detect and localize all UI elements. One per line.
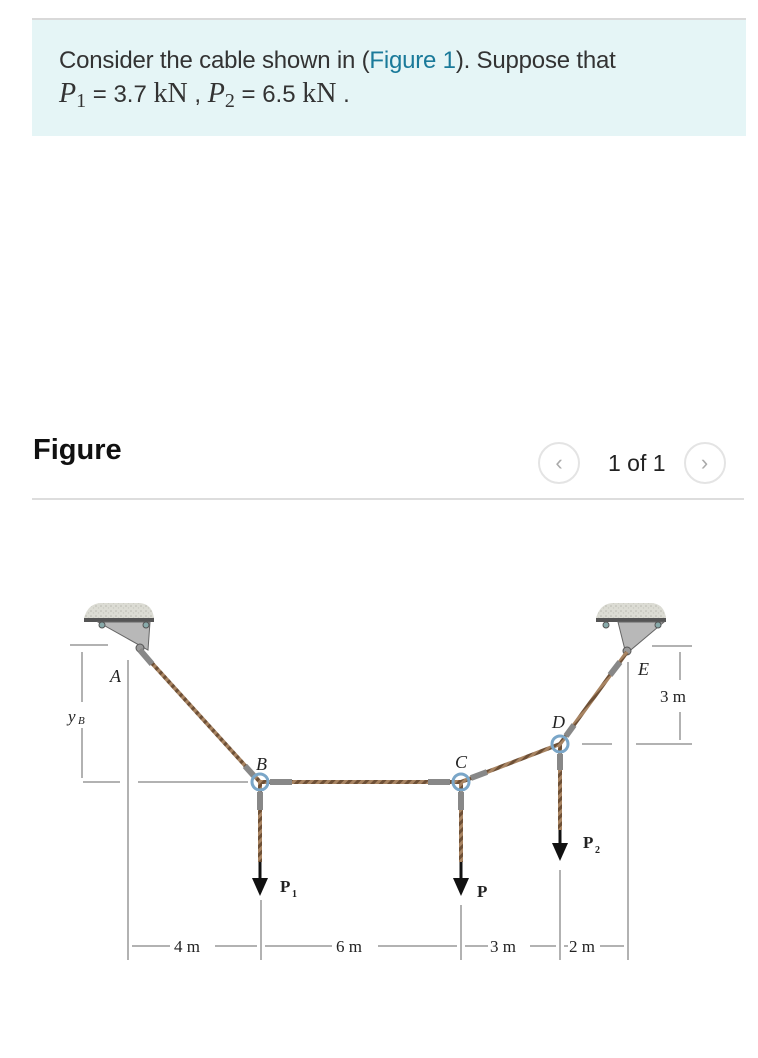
figure-heading: Figure [33, 434, 122, 466]
arrow-P2 [552, 843, 568, 861]
arrow-P1 [252, 878, 268, 896]
figure-link[interactable]: Figure 1 [369, 47, 456, 74]
outro-text: ). Suppose that [455, 47, 616, 74]
p1-unit: kN [153, 78, 188, 109]
label-P1: P [280, 877, 290, 896]
cable-AB [138, 648, 262, 784]
p1-subscript: 1 [76, 90, 87, 112]
chevron-right-icon: › [700, 450, 709, 475]
label-P2-sub: 2 [595, 845, 600, 856]
prev-figure-button[interactable]: ‹ [538, 442, 580, 484]
p2-value: = 6.5 [234, 81, 303, 108]
end-punct: . [336, 81, 350, 108]
label-D: D [551, 712, 565, 732]
cable-segments [137, 648, 629, 862]
dim-4m-label: 4 m [174, 937, 200, 956]
figure-pager: ‹ 1 of 1 › [538, 440, 726, 486]
p1-variable: P [59, 78, 77, 109]
label-yB-sub: B [78, 715, 85, 727]
arrow-P [453, 878, 469, 896]
chevron-left-icon: ‹ [555, 450, 563, 475]
p2-unit: kN [302, 78, 337, 109]
p2-subscript: 2 [224, 90, 235, 112]
p2-variable: P [207, 78, 225, 109]
dim-E-label: 3 m [660, 687, 686, 706]
label-A: A [109, 666, 122, 686]
label-C: C [455, 752, 468, 772]
dim-6m-label: 6 m [336, 937, 362, 956]
cable-diagram: A B C D E y B P 1 P P 2 3 m 4 m 6 m 3 m … [66, 603, 692, 960]
p1-value: = 3.7 [86, 81, 154, 108]
label-P2: P [583, 833, 593, 852]
page-indicator: 1 of 1 [608, 449, 666, 476]
label-B: B [256, 754, 267, 774]
dim-3m-label: 3 m [490, 937, 516, 956]
problem-text-line-1: Consider the cable shown in (Figure 1). … [59, 47, 616, 75]
load-arrows [252, 830, 568, 896]
intro-text: Consider the cable shown in ( [59, 47, 370, 74]
section-divider [32, 498, 744, 500]
label-E: E [637, 659, 649, 679]
label-P: P [477, 882, 487, 901]
support-E [596, 603, 666, 656]
label-yB: y [66, 707, 76, 726]
next-figure-button[interactable]: › [683, 442, 726, 484]
separator: , [187, 81, 208, 108]
problem-statement: Consider the cable shown in (Figure 1). … [32, 18, 746, 136]
problem-text-line-2: P1 = 3.7 kN , P2 = 6.5 kN . [59, 78, 350, 112]
dim-2m-label: 2 m [569, 937, 595, 956]
label-P1-sub: 1 [292, 889, 297, 900]
